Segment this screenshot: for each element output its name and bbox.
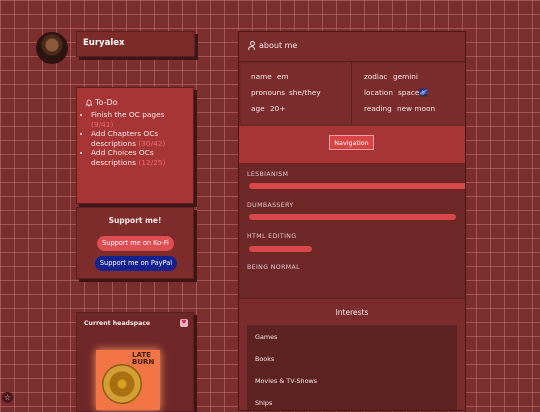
todo-list: Finish the OC pages (9/41) Add Chapters … — [77, 110, 193, 168]
info-row-reading: reading new moon — [364, 104, 436, 113]
kofi-button[interactable]: Support me on Ko-Fi — [97, 236, 174, 251]
about-info-left: name em pronouns she/they age 20+ — [241, 63, 352, 124]
about-info: name em pronouns she/they age 20+ zodiac gem… — [241, 63, 465, 124]
interest-list: Games Books Movies & TV-Shows Ships — [247, 325, 457, 410]
info-row-pronouns: pronouns she/they — [251, 88, 321, 97]
skill-bar — [249, 183, 465, 189]
album-cover-text: LATE BURN — [132, 351, 155, 366]
support-title: Support me! — [108, 216, 162, 225]
info-row-name: name em — [251, 72, 289, 81]
interest-item-movies[interactable]: Movies & TV-Shows — [255, 377, 317, 385]
skill-bar — [249, 246, 313, 252]
interest-item-games[interactable]: Games — [255, 333, 277, 341]
todo-heading: To-Do — [85, 98, 118, 107]
todo-item: Add Choices OCs descriptions (12/25) — [91, 148, 189, 167]
interest-item-ships[interactable]: Ships — [255, 399, 272, 407]
username-card: Euryalex — [76, 31, 195, 57]
skill-label: LESBIANISM — [247, 171, 289, 178]
about-panel: about me name em pronouns she/they age 20+ … — [238, 31, 466, 411]
vinyl-disc — [102, 364, 142, 404]
todo-count: (9/41) — [91, 119, 114, 129]
todo-title: To-Do — [95, 98, 118, 107]
skill-label: HTML EDITING — [247, 233, 297, 240]
about-title: about me — [259, 41, 298, 50]
username: Euryalex — [83, 38, 125, 48]
about-header: about me — [239, 32, 465, 62]
skill-label: DUMBASSERY — [247, 202, 294, 209]
todo-item: Add Chapters OCs descriptions (30/42) — [91, 129, 189, 148]
bell-icon — [85, 99, 93, 106]
album-cover: LATE BURN — [96, 350, 160, 410]
headspace-card: Current headspace ♥ LATE BURN — [76, 312, 194, 412]
interests-title: Interests — [335, 308, 369, 317]
star-icon[interactable]: ☆ — [2, 392, 13, 403]
user-icon — [248, 41, 255, 50]
info-row-zodiac: zodiac gemini — [364, 72, 418, 81]
skills-section: LESBIANISM DUMBASSERY HTML EDITING BEING… — [239, 163, 465, 298]
interest-item-books[interactable]: Books — [255, 355, 274, 363]
info-row-location: location space🌌 — [364, 88, 429, 97]
info-row-age: age 20+ — [251, 104, 286, 113]
heart-icon[interactable]: ♥ — [180, 319, 188, 327]
todo-count: (12/25) — [138, 157, 166, 167]
headspace-title: Current headspace — [84, 320, 151, 327]
paypal-button[interactable]: Support me on PayPal — [95, 256, 177, 271]
avatar — [36, 32, 68, 64]
support-card: Support me! Support me on Ko-Fi Support … — [76, 207, 194, 279]
todo-count: (30/42) — [138, 138, 166, 148]
skill-label: BEING NORMAL — [247, 264, 300, 271]
todo-item: Finish the OC pages (9/41) — [91, 110, 189, 129]
navigation-area: Navigation — [239, 126, 465, 163]
navigation-button[interactable]: Navigation — [329, 135, 374, 150]
todo-card: To-Do Finish the OC pages (9/41) Add Cha… — [76, 87, 194, 204]
interests-section: Interests Games Books Movies & TV-Shows … — [239, 298, 465, 410]
skill-bar — [249, 214, 457, 220]
